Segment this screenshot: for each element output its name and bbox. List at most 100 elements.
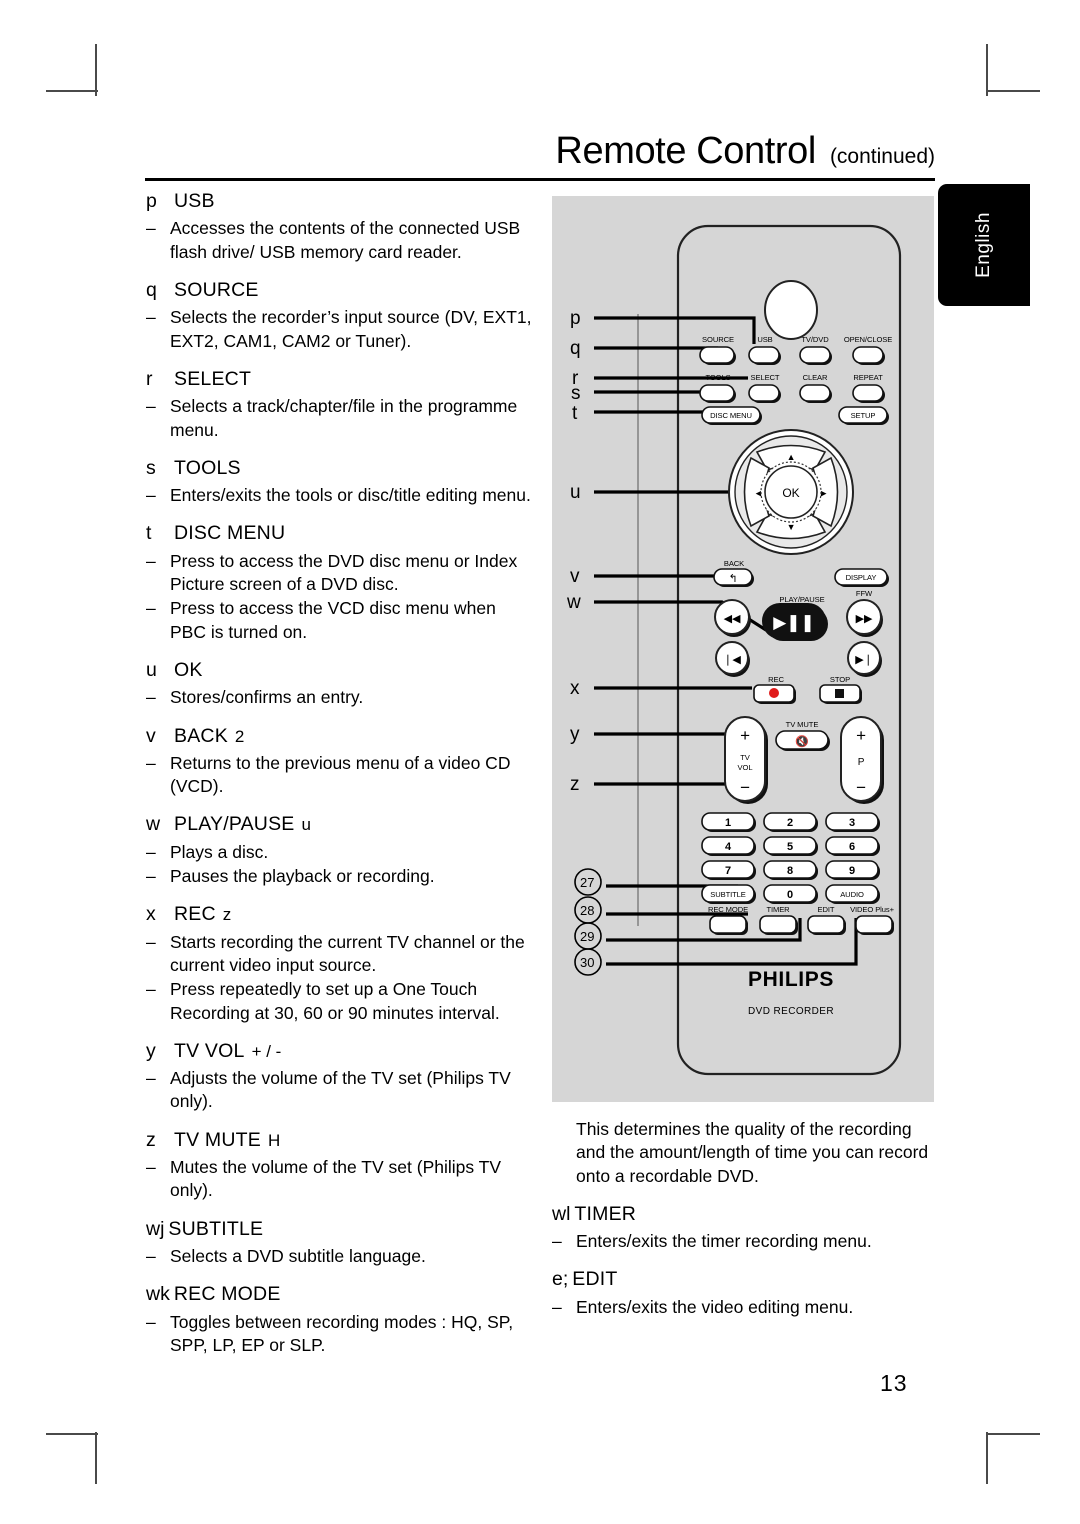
callout-letter-y: y — [570, 724, 580, 745]
label-tv-dvd: TV/DVD — [801, 335, 829, 344]
next-icon: ▶❘ — [855, 654, 872, 666]
button-edit[interactable] — [807, 915, 845, 934]
crop-mark-bottom-left-v — [95, 1432, 97, 1484]
manual-entry-key: w — [146, 813, 161, 836]
manual-entry-bullet: – Stores/confirms an entry. — [146, 686, 536, 709]
manual-entry-bullet: – Press repeatedly to set up a One Touch … — [146, 978, 536, 1025]
manual-entry-symbol: H — [267, 1130, 281, 1150]
bullet-dash: – — [146, 550, 156, 571]
stop-square-icon — [835, 689, 844, 698]
button-repeat[interactable] — [852, 384, 884, 402]
manual-entry-heading: s TOOLS — [146, 457, 536, 480]
manual-entry-name: TV VOL — [174, 1039, 245, 1062]
button-rec-mode[interactable] — [709, 915, 747, 934]
bullet-dash: – — [552, 1296, 562, 1317]
tv-vol-plus-icon: + — [740, 726, 750, 745]
right-entry-list: wl TIMER – Enters/exits the timer recording… — [552, 1203, 942, 1319]
label-disc-menu: DISC MENU — [710, 411, 752, 420]
button-video-plus[interactable] — [855, 915, 893, 934]
callout-letter-w: w — [566, 592, 581, 613]
manual-entry-name: REC MODE — [173, 1283, 281, 1306]
manual-entry-name: EDIT — [572, 1268, 618, 1291]
manual-entry-heading: e; EDIT — [552, 1268, 942, 1291]
manual-entry-key: s — [146, 456, 156, 479]
brand-logo: PHILIPS — [748, 968, 834, 991]
button-select[interactable] — [748, 384, 780, 402]
button-clear[interactable] — [799, 384, 831, 402]
bullet-dash: – — [146, 598, 156, 619]
label-select: SELECT — [751, 373, 780, 382]
manual-entry-name: USB — [174, 190, 215, 212]
manual-entry-key: r — [146, 367, 153, 390]
crop-mark-top-right-v — [986, 44, 988, 96]
callout-letter-v: v — [570, 566, 580, 587]
previous-icon: ❘◀ — [723, 654, 741, 666]
callout-number-30: 30 — [580, 955, 594, 970]
label-video-plus: VIDEO Plus+ — [850, 905, 895, 914]
manual-entry-heading: q SOURCE — [146, 279, 536, 302]
manual-entry-key: wl — [552, 1202, 571, 1225]
button-source[interactable] — [699, 346, 735, 364]
manual-entry-name: TV MUTE — [174, 1128, 261, 1151]
bullet-text: Starts recording the current TV channel … — [170, 931, 525, 976]
callout-number-28: 28 — [580, 903, 594, 918]
button-tv-dvd[interactable] — [799, 346, 831, 364]
channel-minus-icon: − — [856, 778, 866, 797]
callout-letter-q: q — [570, 338, 581, 359]
label-open-close: OPEN/CLOSE — [844, 335, 892, 344]
label-num-0: 0 — [787, 889, 793, 901]
manual-entry-heading: z TV MUTE H — [146, 1129, 536, 1152]
bullet-text: Press to access the DVD disc menu or Ind… — [170, 550, 518, 595]
bullet-text: Press to access the VCD disc menu when P… — [170, 598, 496, 642]
manual-entry-key: v — [146, 724, 156, 747]
manual-entry: u OK – Stores/confirms an entry. — [146, 659, 536, 710]
button-usb[interactable] — [748, 346, 780, 364]
label-num-4: 4 — [725, 841, 732, 853]
ffw-icon: ▶▶ — [856, 613, 873, 625]
bullet-dash: – — [146, 307, 156, 328]
label-ffw: FFW — [856, 589, 873, 598]
manual-entry-heading: u OK — [146, 659, 536, 682]
label-num-7: 7 — [725, 865, 731, 877]
manual-entry-bullet: – Press to access the DVD disc menu or In… — [146, 550, 536, 597]
rewind-icon: ◀◀ — [724, 613, 741, 625]
bullet-text: Selects the recorder’s input source (DV,… — [170, 307, 532, 351]
language-tab-label: English — [973, 212, 994, 278]
label-num-9: 9 — [849, 865, 855, 877]
bullet-dash: – — [146, 979, 156, 1000]
button-timer[interactable] — [759, 915, 797, 934]
label-num-8: 8 — [787, 865, 793, 877]
crop-mark-top-right-h — [988, 90, 1040, 92]
button-tools[interactable] — [699, 384, 735, 402]
button-open-close[interactable] — [852, 346, 884, 364]
bullet-dash: – — [146, 687, 156, 708]
manual-entry-bullet: – Enters/exits the video editing menu. — [552, 1296, 942, 1319]
bullet-dash: – — [146, 841, 156, 862]
recmode-description-paragraph: This determines the quality of the recor… — [576, 1119, 929, 1186]
bullet-text: Enters/exits the timer recording menu. — [576, 1231, 872, 1252]
page-title: Remote Control — [555, 130, 816, 172]
manual-entry-key: q — [146, 278, 157, 301]
manual-entry-bullet: – Accesses the contents of the connected … — [146, 217, 536, 264]
label-clear: CLEAR — [803, 373, 828, 382]
bullet-text: Mutes the volume of the TV set (Philips … — [170, 1157, 502, 1201]
manual-entry: x REC z – Starts recording the current TV ch… — [146, 903, 536, 1024]
manual-entry: t DISC MENU – Press to access the DVD disc … — [146, 522, 536, 643]
standby-button — [764, 280, 818, 340]
bullet-text: Press repeatedly to set up a One Touch R… — [170, 979, 500, 1023]
label-tv: TV — [740, 753, 751, 762]
label-timer: TIMER — [766, 905, 790, 914]
label-num-6: 6 — [849, 841, 855, 853]
manual-entry: w PLAY/PAUSE u – Plays a disc. – Pauses the pl… — [146, 813, 536, 888]
manual-entry: p USB – Accesses the contents of the connec… — [146, 190, 536, 264]
manual-entry-bullet: – Plays a disc. — [146, 841, 536, 864]
manual-entry: e; EDIT – Enters/exits the video editing me… — [552, 1268, 942, 1319]
label-stop: STOP — [830, 675, 850, 684]
manual-entry-name: TIMER — [574, 1202, 637, 1225]
manual-entry-heading: w PLAY/PAUSE u — [146, 813, 536, 836]
manual-entry: wj SUBTITLE – Selects a DVD subtitle langua… — [146, 1218, 536, 1269]
callout-number-29: 29 — [580, 929, 594, 944]
bullet-text: Selects a track/chapter/file in the prog… — [170, 396, 518, 440]
manual-entry-key: e; — [552, 1268, 569, 1291]
manual-entry-name: BACK — [174, 724, 228, 747]
